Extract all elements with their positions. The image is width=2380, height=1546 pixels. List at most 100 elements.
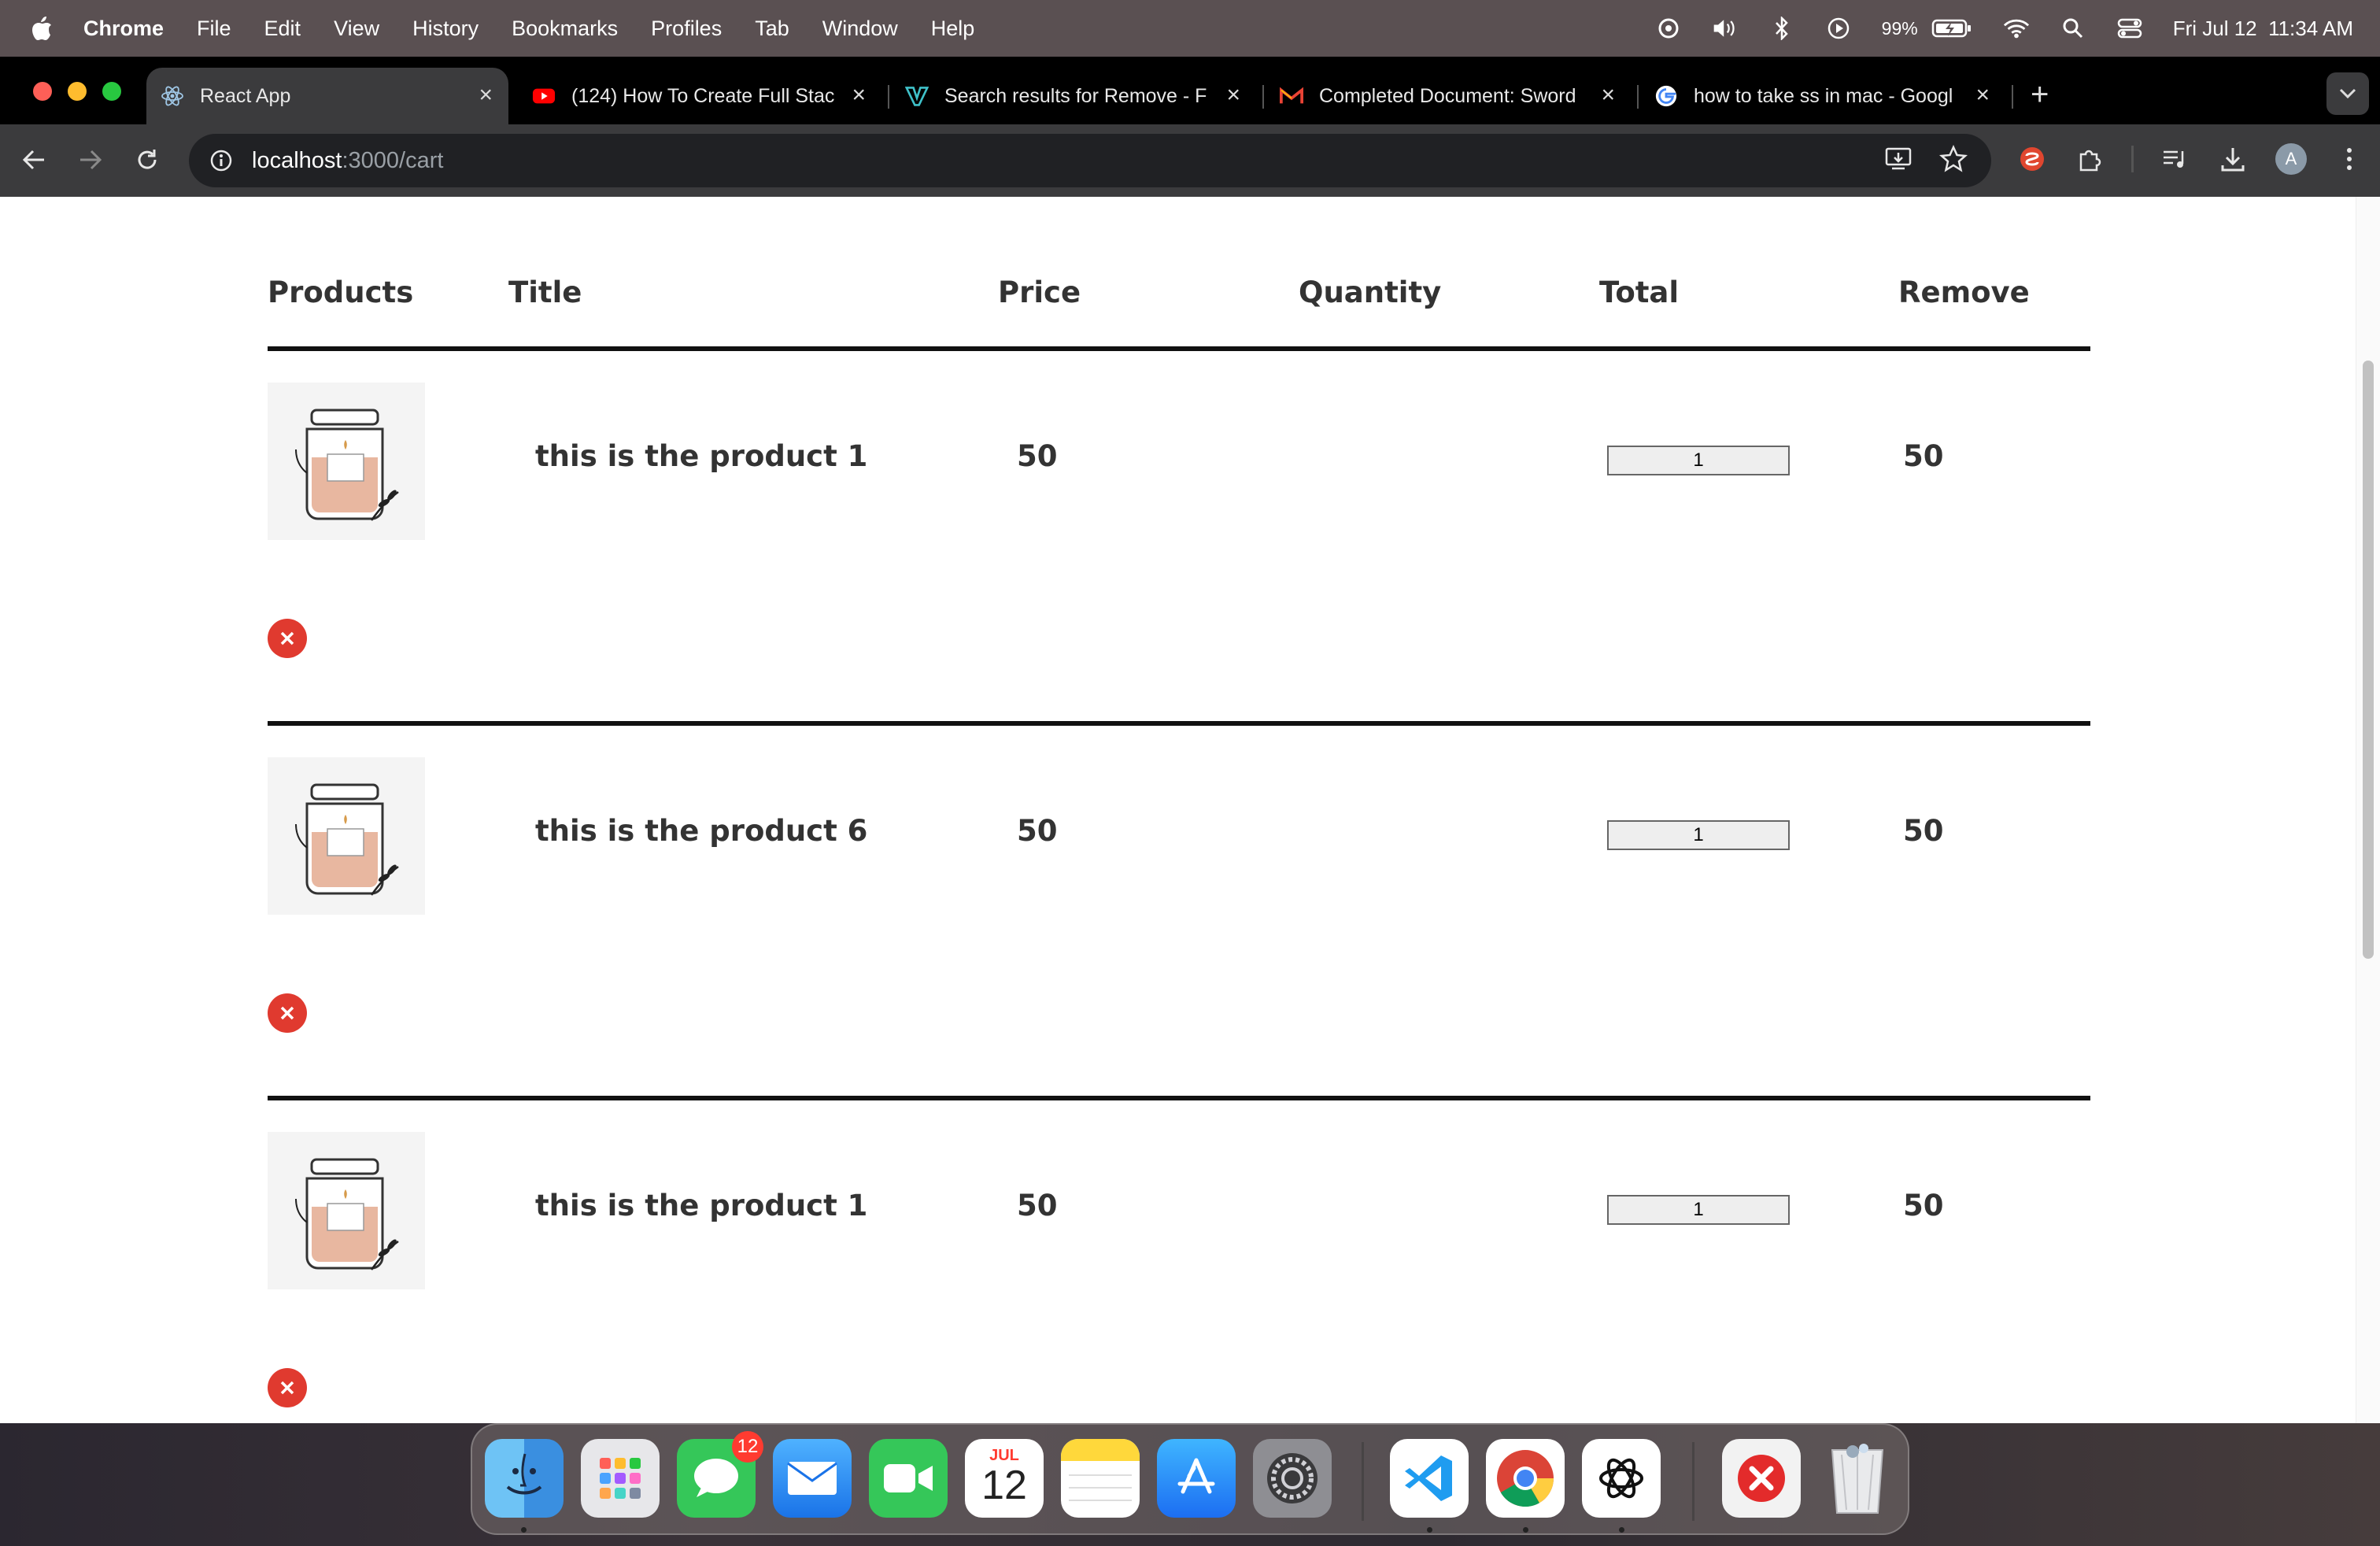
finder-icon[interactable] (485, 1439, 564, 1518)
menu-file[interactable]: File (197, 17, 231, 41)
menu-app-chrome[interactable]: Chrome (83, 17, 164, 41)
product-total: 50 (1903, 814, 1944, 848)
spotlight-search-icon[interactable] (2060, 15, 2086, 42)
menu-view[interactable]: View (334, 17, 379, 41)
product-price: 50 (1017, 814, 1058, 848)
chatgpt-status-icon[interactable] (1655, 15, 1682, 42)
chatgpt-icon[interactable] (1582, 1439, 1661, 1518)
menu-tab[interactable]: Tab (755, 17, 789, 41)
close-tab-icon[interactable]: × (479, 82, 493, 109)
vscode-icon[interactable] (1390, 1439, 1469, 1518)
product-title: this is the product 6 (535, 814, 868, 848)
header-remove: Remove (1898, 276, 2030, 309)
quantity-input[interactable] (1607, 1195, 1790, 1225)
bluetooth-icon[interactable] (1768, 15, 1795, 42)
menu-profiles[interactable]: Profiles (651, 17, 722, 41)
tab-title: React App (200, 84, 291, 107)
downloads-icon[interactable] (2216, 140, 2250, 178)
launchpad-icon[interactable] (581, 1439, 660, 1518)
scrollbar-thumb[interactable] (2363, 361, 2374, 959)
battery-icon[interactable] (1931, 15, 1973, 42)
facetime-icon[interactable] (869, 1439, 948, 1518)
mail-icon[interactable] (773, 1439, 852, 1518)
product-image (268, 1132, 425, 1289)
header-quantity: Quantity (1299, 276, 1442, 309)
product-title: this is the product 1 (535, 1189, 868, 1222)
reload-button[interactable] (129, 142, 165, 178)
bookmark-star-icon[interactable] (1938, 144, 1968, 177)
messages-icon[interactable]: 12 (677, 1431, 763, 1518)
remove-item-button[interactable] (268, 993, 307, 1033)
macos-menubar: Chrome File Edit View History Bookmarks … (0, 0, 2380, 57)
media-control-icon[interactable] (2157, 140, 2192, 178)
battery-percent: 99% (1881, 17, 1918, 39)
site-info-icon[interactable] (208, 147, 235, 174)
cart-table: Products Title Price Quantity Total Remo… (268, 197, 2090, 1423)
url-text[interactable]: localhost:3000/cart (252, 148, 443, 174)
quantity-input[interactable] (1607, 446, 1790, 475)
menu-edit[interactable]: Edit (264, 17, 301, 41)
url-path: :3000/cart (342, 147, 444, 173)
quantity-input[interactable] (1607, 820, 1790, 850)
zoom-window-button[interactable] (102, 82, 121, 101)
new-tab-button[interactable]: + (2031, 77, 2049, 113)
app-store-icon[interactable] (1157, 1439, 1236, 1518)
close-tab-icon[interactable]: × (1975, 82, 1990, 109)
header-total: Total (1599, 276, 1680, 309)
close-window-button[interactable] (33, 82, 52, 101)
close-tab-icon[interactable]: × (1226, 82, 1240, 109)
tab-search-results[interactable]: Search results for Remove - F × (894, 68, 1256, 124)
extensions-puzzle-icon[interactable] (2073, 140, 2108, 178)
menu-bookmarks[interactable]: Bookmarks (512, 17, 618, 41)
cart-table-header: Products Title Price Quantity Total Remo… (268, 197, 2090, 351)
tab-gmail[interactable]: Completed Document: Sword × (1269, 68, 1631, 124)
avatar-initial: A (2275, 143, 2307, 175)
close-icon (280, 1381, 294, 1395)
menu-history[interactable]: History (412, 17, 479, 41)
page-scrollbar[interactable] (2356, 197, 2380, 1423)
error-window-icon[interactable] (1722, 1439, 1801, 1518)
install-app-icon[interactable] (1884, 145, 1913, 177)
cart-row: this is the product 6 50 50 (268, 726, 2090, 1100)
now-playing-icon[interactable] (1825, 15, 1852, 42)
tab-search-button[interactable] (2326, 72, 2369, 115)
extension-red-icon[interactable] (2015, 140, 2049, 178)
address-bar[interactable]: localhost:3000/cart (189, 134, 1991, 187)
menu-window[interactable]: Window (822, 17, 898, 41)
calendar-day: 12 (981, 1462, 1027, 1508)
product-price: 50 (1017, 439, 1058, 473)
apple-icon[interactable] (30, 15, 55, 42)
google-icon (1654, 84, 1678, 108)
chrome-icon[interactable] (1486, 1439, 1565, 1518)
messages-badge: 12 (732, 1431, 763, 1463)
url-host: localhost (252, 147, 342, 173)
tab-youtube[interactable]: (124) How To Create Full Stac × (519, 68, 881, 124)
back-button[interactable] (16, 142, 52, 178)
system-settings-icon[interactable] (1253, 1439, 1332, 1518)
wifi-icon[interactable] (2003, 15, 2030, 42)
remove-item-button[interactable] (268, 1368, 307, 1407)
chrome-menu-icon[interactable] (2332, 140, 2367, 178)
minimize-window-button[interactable] (68, 82, 87, 101)
volume-icon[interactable] (1712, 15, 1739, 42)
calendar-icon[interactable]: JUL 12 (965, 1439, 1044, 1518)
cart-row: this is the product 1 50 50 (268, 351, 2090, 726)
menubar-clock[interactable]: Fri Jul 12 11:34 AM (2173, 17, 2353, 41)
product-image (268, 757, 425, 915)
close-tab-icon[interactable]: × (852, 82, 866, 109)
notes-icon[interactable] (1061, 1439, 1140, 1518)
profile-avatar[interactable]: A (2274, 140, 2308, 178)
close-tab-icon[interactable]: × (1601, 82, 1615, 109)
remove-item-button[interactable] (268, 619, 307, 658)
gmail-icon (1280, 84, 1303, 108)
menu-help[interactable]: Help (931, 17, 975, 41)
forward-button[interactable] (72, 142, 109, 178)
close-icon (280, 631, 294, 645)
header-title: Title (508, 276, 582, 309)
tab-google-search[interactable]: how to take ss in mac - Googl × (1643, 68, 2005, 124)
control-center-icon[interactable] (2116, 15, 2143, 42)
dock: 12 JUL 12 (471, 1423, 1909, 1535)
tab-react-app[interactable]: React App × (146, 68, 508, 124)
trash-icon[interactable] (1818, 1439, 1897, 1518)
close-icon (280, 1006, 294, 1020)
